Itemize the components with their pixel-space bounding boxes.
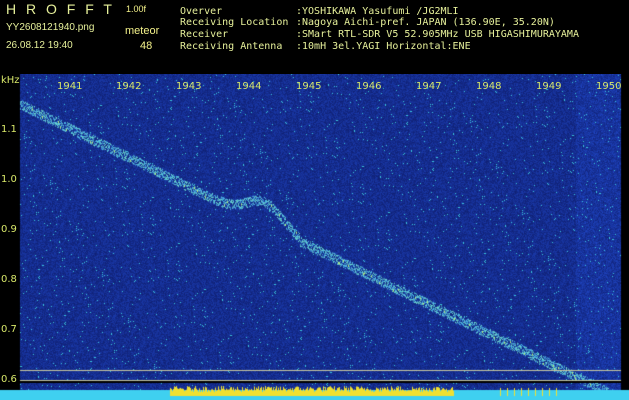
year-tick-1944: 1944 xyxy=(236,81,262,92)
info-value-antenna: :10mH 3el.YAGI Horizontal:ENE xyxy=(296,41,471,52)
datetime: 26.08.12 19:40 xyxy=(6,40,73,51)
meteor-label: meteor xyxy=(125,25,160,37)
year-tick-1943: 1943 xyxy=(176,81,202,92)
khz-tick-1-0: 1.0 xyxy=(1,174,17,185)
spectrogram-canvas xyxy=(0,74,629,400)
year-tick-1948: 1948 xyxy=(476,81,502,92)
year-tick-1946: 1946 xyxy=(356,81,382,92)
khz-tick-0-6: 0.6 xyxy=(1,374,17,385)
meteor-count: 48 xyxy=(140,40,153,52)
header-panel: H R O F F T 1.00f YY2608121940.png 26.08… xyxy=(0,0,629,74)
year-tick-1949: 1949 xyxy=(536,81,562,92)
app-version: 1.00f xyxy=(126,4,147,14)
file-name: YY2608121940.png xyxy=(6,22,95,33)
info-label-receiver: Receiver xyxy=(180,29,229,40)
khz-tick-0-8: 0.8 xyxy=(1,274,17,285)
app-logo: H R O F F T xyxy=(6,1,115,17)
info-value-location: :Nagoya Aichi-pref. JAPAN (136.90E, 35.2… xyxy=(296,17,555,28)
khz-tick-0-7: 0.7 xyxy=(1,324,17,335)
khz-tick-0-9: 0.9 xyxy=(1,224,17,235)
info-label-antenna: Receiving Antenna xyxy=(180,41,283,52)
khz-axis-label: kHz xyxy=(1,75,20,86)
year-tick-1950: 1950 xyxy=(596,81,622,92)
year-tick-1942: 1942 xyxy=(116,81,142,92)
khz-tick-1-1: 1.1 xyxy=(1,124,17,135)
info-value-receiver: :SMart RTL-SDR V5 52.905MHz USB HIGASHIM… xyxy=(296,29,579,40)
year-tick-1947: 1947 xyxy=(416,81,442,92)
year-tick-1941: 1941 xyxy=(57,81,83,92)
year-tick-1945: 1945 xyxy=(296,81,322,92)
info-label-location: Receiving Location xyxy=(180,17,289,28)
